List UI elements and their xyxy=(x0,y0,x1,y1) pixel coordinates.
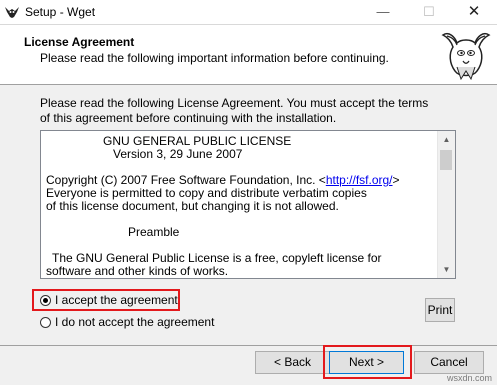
footer-divider xyxy=(0,345,497,346)
accept-radio[interactable] xyxy=(40,294,51,306)
next-button[interactable]: Next > xyxy=(329,351,404,374)
license-scrollbar[interactable]: ▲ ▼ xyxy=(437,131,455,278)
decline-radio-row[interactable]: I do not accept the agreement xyxy=(40,314,214,330)
copyright-line-2: Everyone is permitted to copy and distri… xyxy=(46,186,367,200)
scroll-down-arrow-icon[interactable]: ▼ xyxy=(438,261,455,278)
accept-label[interactable]: I accept the agreement xyxy=(55,293,178,307)
scroll-up-arrow-icon[interactable]: ▲ xyxy=(438,131,455,148)
maximize-button[interactable]: ☐ xyxy=(406,0,452,25)
title-bar: Setup - Wget — ☐ ✕ xyxy=(0,0,497,25)
back-button[interactable]: < Back xyxy=(255,351,330,374)
gnu-app-icon xyxy=(5,7,19,18)
watermark: wsxdn.com xyxy=(447,373,493,383)
license-textbox[interactable]: GNU GENERAL PUBLIC LICENSE Version 3, 29… xyxy=(40,130,456,279)
minimize-button[interactable]: — xyxy=(360,0,406,25)
cancel-button[interactable]: Cancel xyxy=(414,351,484,374)
license-text: GNU GENERAL PUBLIC LICENSE Version 3, 29… xyxy=(46,135,434,278)
accept-radio-row[interactable]: I accept the agreement xyxy=(40,292,178,308)
scroll-thumb[interactable] xyxy=(440,150,452,170)
page-title: License Agreement xyxy=(24,35,135,49)
license-heading-1: GNU GENERAL PUBLIC LICENSE xyxy=(103,134,292,148)
copyright-line-3: of this license document, but changing i… xyxy=(46,199,339,213)
close-button[interactable]: ✕ xyxy=(451,0,497,25)
page-subtitle: Please read the following important info… xyxy=(40,51,389,65)
window-title: Setup - Wget xyxy=(25,5,96,19)
print-button[interactable]: Print xyxy=(425,298,455,322)
intro-text: Please read the following License Agreem… xyxy=(40,96,429,125)
license-heading-2: Version 3, 29 June 2007 xyxy=(113,147,243,161)
copyright-suffix: > xyxy=(392,173,400,187)
decline-label[interactable]: I do not accept the agreement xyxy=(55,315,214,329)
copyright-prefix: Copyright (C) 2007 Free Software Foundat… xyxy=(46,173,326,187)
gnu-head-logo xyxy=(441,32,491,81)
wizard-header: License Agreement Please read the follow… xyxy=(0,25,497,85)
preamble-heading: Preamble xyxy=(128,225,180,239)
fsf-link[interactable]: http://fsf.org/ xyxy=(326,173,393,187)
preamble-line-2: software and other kinds of works. xyxy=(46,264,229,278)
preamble-line-1: The GNU General Public License is a free… xyxy=(52,251,382,265)
decline-radio[interactable] xyxy=(40,316,51,328)
